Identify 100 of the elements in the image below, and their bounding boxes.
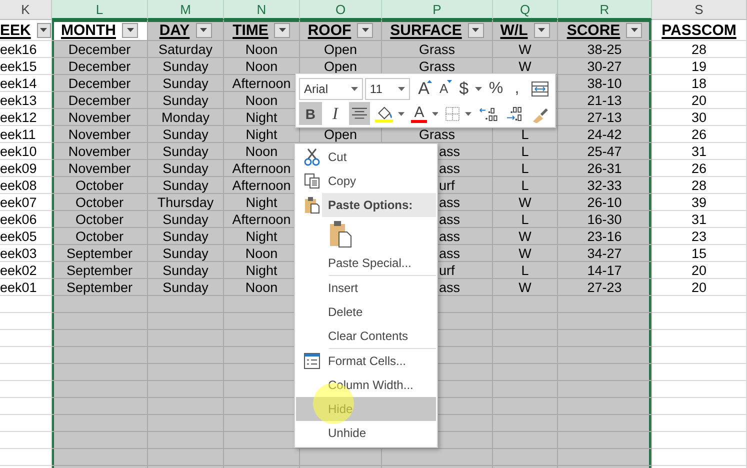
table-cell: Grass: [418, 42, 455, 56]
table-cell: November: [68, 160, 131, 176]
menu-item[interactable]: Insert: [328, 276, 436, 300]
table-cell: ass: [439, 212, 460, 226]
grow-font-button[interactable]: A: [414, 77, 433, 100]
filter-button[interactable]: [534, 22, 550, 38]
grid-cell: [493, 449, 558, 466]
size-field[interactable]: 11: [364, 78, 410, 100]
grid-cell: [493, 398, 558, 415]
italic-button[interactable]: I: [324, 102, 347, 125]
header-cell[interactable]: SCORE: [558, 20, 652, 41]
caret-icon: [40, 28, 48, 32]
table-cell: 38-25: [587, 42, 622, 56]
table-cell: September: [66, 280, 133, 294]
table-cell: 34-27: [587, 246, 622, 260]
table-cell: 23: [691, 228, 707, 244]
table-cell: eek01: [0, 280, 37, 294]
table-cell: L: [521, 262, 529, 278]
table-cell: Sunday: [162, 262, 208, 278]
table-cell: 23-16: [587, 228, 622, 244]
filter-button[interactable]: [36, 22, 51, 38]
menu-heading: Paste Options:: [322, 193, 436, 217]
caret-icon: [630, 28, 638, 32]
grid-cell: [493, 415, 558, 432]
table-cell: eek15: [0, 58, 37, 74]
table-cell: December: [68, 92, 131, 108]
filter-button[interactable]: [626, 22, 642, 38]
table-cell: 26-31: [587, 160, 622, 176]
menu-item[interactable]: Clear Contents: [328, 324, 436, 348]
column-header[interactable]: P: [382, 0, 493, 20]
header-cell[interactable]: EEK: [0, 20, 52, 41]
table-cell: 26: [691, 126, 707, 142]
table-cell: eek12: [0, 110, 37, 124]
menu-item[interactable]: Format Cells...: [328, 349, 436, 373]
menu-item[interactable]: Delete: [328, 300, 436, 324]
table-cell: Noon: [245, 58, 278, 74]
filter-button[interactable]: [357, 22, 374, 38]
table-cell: Night: [246, 194, 278, 210]
font-color-button[interactable]: A: [408, 102, 430, 125]
paste-button[interactable]: [329, 219, 353, 249]
grid-cell: [493, 381, 558, 398]
table-cell: ass: [439, 194, 460, 210]
caret-icon: [472, 28, 480, 32]
column-header[interactable]: K: [0, 0, 52, 20]
table-cell: December: [68, 42, 131, 56]
active-cell[interactable]: MONTH: [52, 20, 148, 41]
shrink-font-button[interactable]: A: [434, 77, 453, 100]
copy-icon: [304, 173, 320, 189]
table-cell: 19: [691, 58, 707, 74]
column-header[interactable]: R: [558, 0, 652, 20]
column-header[interactable]: L: [52, 0, 148, 20]
header-cell[interactable]: DAY: [148, 20, 224, 41]
table-cell: W: [518, 42, 532, 56]
paint-bucket-icon: [374, 104, 394, 122]
table-cell: Afternoon: [232, 76, 291, 90]
table-cell: 28: [691, 178, 707, 192]
clipboard-icon: [330, 220, 352, 248]
table-cell: 20: [691, 280, 707, 294]
bold-button[interactable]: B: [299, 102, 322, 125]
header-cell[interactable]: W/L: [493, 20, 558, 41]
header-cell[interactable]: SURFACE: [382, 20, 493, 41]
table-cell: November: [68, 144, 131, 158]
header-cell[interactable]: ROOF: [300, 20, 382, 41]
column-header[interactable]: N: [224, 0, 300, 20]
table-cell: Open: [324, 126, 358, 142]
filter-button[interactable]: [122, 22, 138, 38]
font-field[interactable]: Arial: [299, 78, 363, 100]
dropdown-icon: [398, 112, 405, 116]
table-cell: urf: [439, 178, 455, 192]
header-cell[interactable]: TIME: [224, 20, 300, 41]
format-button[interactable]: %: [486, 77, 506, 100]
table-cell: 20: [691, 262, 707, 278]
table-cell: L: [521, 144, 529, 158]
table-cell: October: [75, 228, 124, 244]
table-cell: L: [521, 212, 529, 226]
column-header[interactable]: M: [148, 0, 224, 20]
currency-button[interactable]: $: [454, 77, 473, 100]
caret-icon: [362, 28, 369, 32]
filter-button[interactable]: [196, 22, 212, 38]
menu-item[interactable]: Unhide: [328, 421, 436, 445]
table-cell: eek07: [0, 194, 37, 210]
table-cell: 20: [691, 92, 707, 108]
filter-button[interactable]: [468, 22, 484, 38]
column-header[interactable]: S: [652, 0, 747, 20]
format-button[interactable]: ,: [508, 77, 526, 100]
column-header[interactable]: Q: [493, 0, 558, 20]
down-triangle-icon: [446, 80, 452, 83]
color-bar: [411, 120, 428, 122]
align-center-button[interactable]: [348, 102, 370, 125]
menu-item[interactable]: Copy: [328, 169, 436, 193]
filter-button[interactable]: [274, 22, 290, 38]
header-cell[interactable]: PASSCOM: [652, 20, 747, 41]
table-cell: eek06: [0, 212, 37, 226]
dropdown-icon: [398, 86, 405, 90]
caret-icon: [278, 28, 286, 32]
menu-item[interactable]: Column Width...: [328, 373, 436, 397]
menu-item[interactable]: Paste Special...: [328, 251, 436, 275]
table-cell: eek05: [0, 228, 37, 244]
menu-item[interactable]: Cut: [328, 145, 436, 169]
column-header[interactable]: O: [300, 0, 382, 20]
